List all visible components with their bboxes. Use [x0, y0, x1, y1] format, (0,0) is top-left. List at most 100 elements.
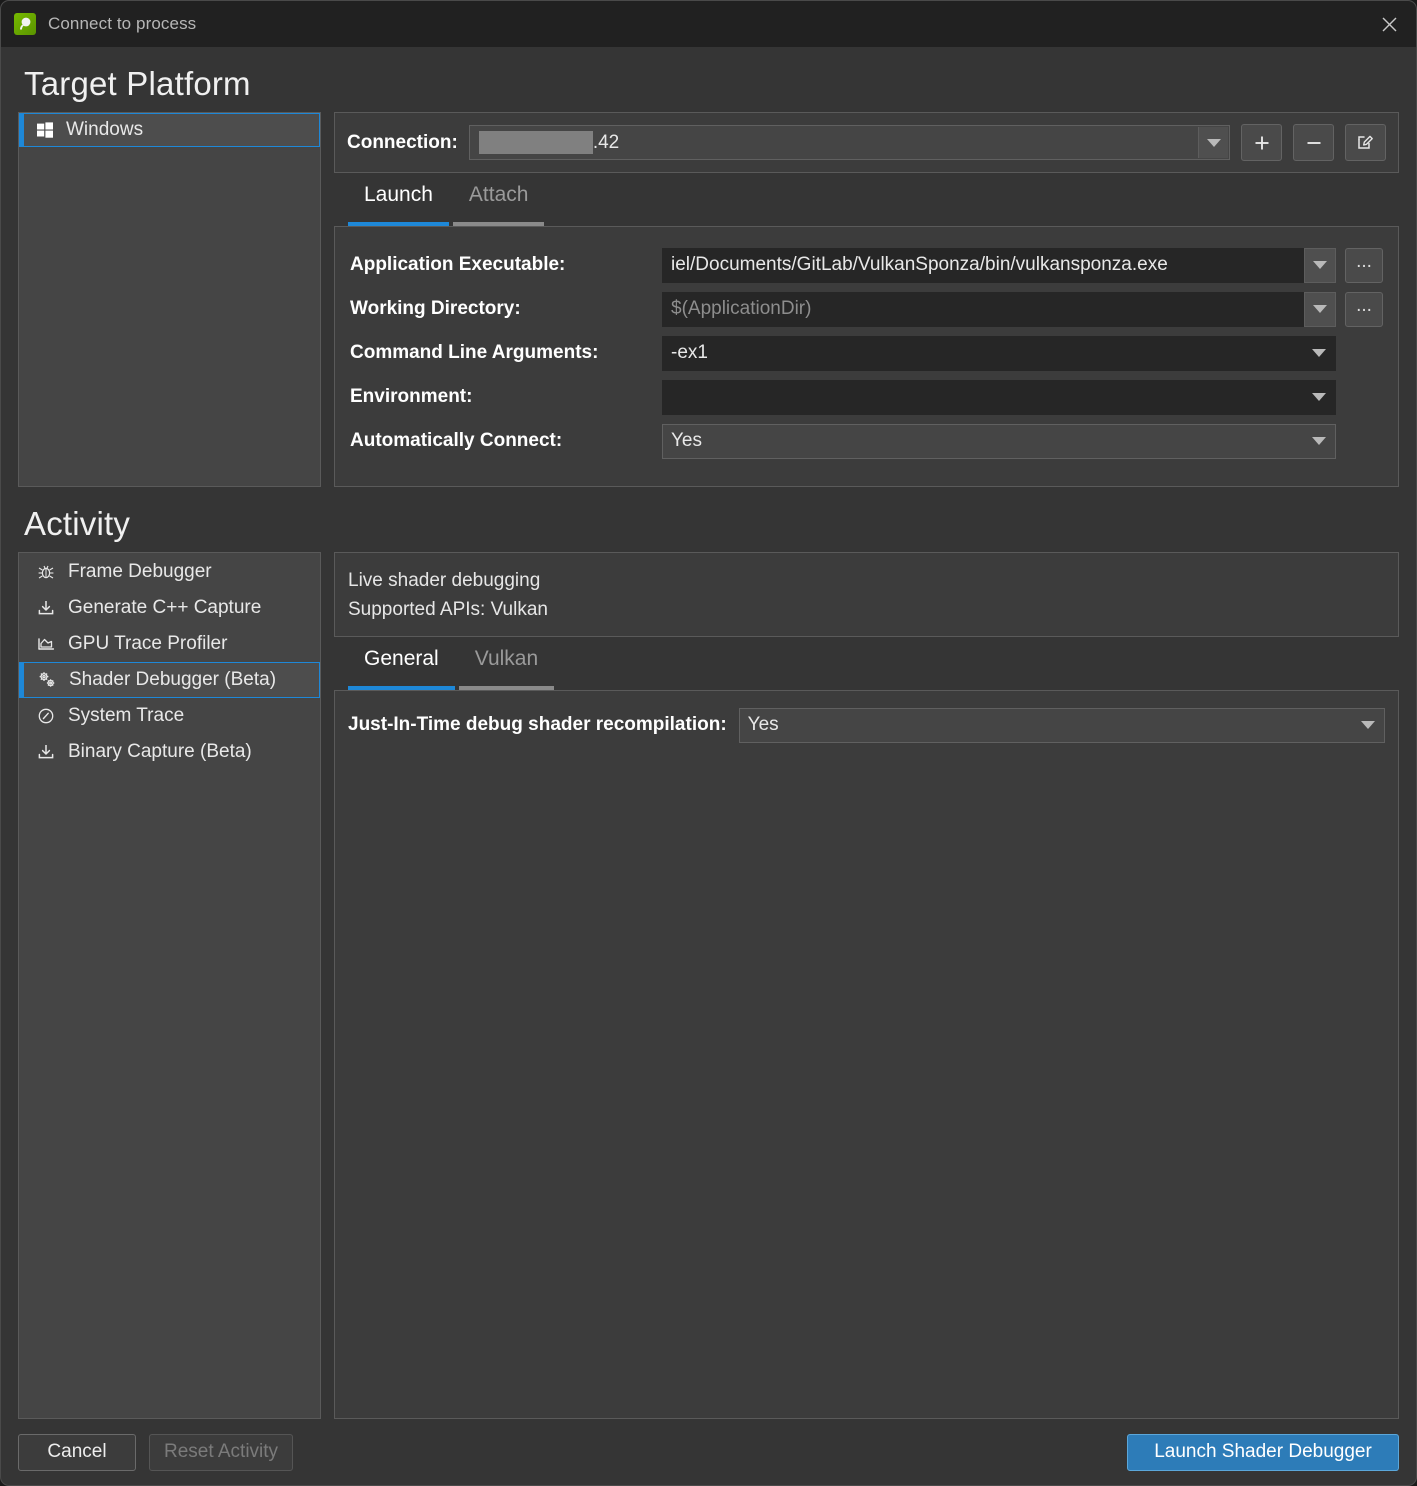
platform-list[interactable]: Windows	[18, 112, 321, 487]
connection-panel: Connection: .42	[334, 112, 1399, 173]
redacted-host-block	[478, 131, 593, 154]
plus-icon	[1255, 136, 1268, 149]
gears-icon	[36, 670, 58, 690]
connect-to-process-dialog: Connect to process Target Platform Windo…	[0, 0, 1417, 1486]
download-tray-icon	[35, 743, 57, 761]
title-bar: Connect to process	[1, 1, 1416, 47]
tab-vulkan[interactable]: Vulkan	[458, 647, 555, 690]
platform-item-windows[interactable]: Windows	[19, 113, 320, 147]
add-connection-button[interactable]	[1241, 124, 1282, 161]
chevron-down-icon[interactable]	[1198, 127, 1228, 158]
close-icon[interactable]	[1362, 1, 1416, 47]
activity-heading: Activity	[24, 505, 131, 542]
activity-description-line2: Supported APIs: Vulkan	[348, 599, 548, 621]
reset-activity-button[interactable]: Reset Activity	[149, 1433, 294, 1471]
field-row-command-line-arguments: Command Line Arguments: -ex1	[350, 331, 1383, 375]
working-directory-browse-button[interactable]: ...	[1345, 291, 1383, 327]
activity-item-label: System Trace	[68, 705, 185, 726]
automatically-connect-label: Automatically Connect:	[350, 430, 563, 451]
gauge-clock-icon	[35, 707, 57, 725]
bug-icon	[35, 563, 57, 581]
platform-item-label: Windows	[66, 119, 144, 140]
tab-launch-label: Launch	[364, 183, 433, 206]
tab-underline	[348, 222, 449, 226]
activity-options-panel: Just-In-Time debug shader recompilation:…	[334, 690, 1399, 1419]
windows-icon	[36, 121, 54, 139]
chevron-down-icon	[1313, 261, 1327, 269]
activity-item-frame-debugger[interactable]: Frame Debugger	[19, 554, 320, 590]
tab-vulkan-label: Vulkan	[474, 647, 539, 670]
application-executable-browse-button[interactable]: ...	[1345, 247, 1383, 283]
launch-form-panel: Application Executable: iel/Documents/Gi…	[334, 226, 1399, 487]
target-platform-row: Windows Connection: .42 Launch Attach Ap…	[18, 112, 1399, 487]
chart-area-icon	[35, 635, 57, 653]
window-title: Connect to process	[48, 14, 197, 33]
nsight-icon	[14, 13, 36, 35]
target-platform-heading: Target Platform	[24, 65, 251, 102]
option-row-jit-recompilation: Just-In-Time debug shader recompilation:…	[348, 705, 1385, 745]
activity-item-label: Binary Capture (Beta)	[68, 741, 252, 762]
tab-underline	[348, 686, 455, 690]
jit-recompilation-combo[interactable]: Yes	[738, 707, 1385, 743]
activity-settings-tabs: General Vulkan	[334, 637, 1399, 690]
field-row-automatically-connect: Automatically Connect: Yes	[350, 419, 1383, 463]
cancel-button[interactable]: Cancel	[18, 1433, 136, 1471]
activity-item-binary-capture[interactable]: Binary Capture (Beta)	[19, 734, 320, 770]
dialog-body: Target Platform Windows Connection: .42 …	[1, 47, 1416, 1419]
connection-label: Connection:	[347, 131, 458, 153]
application-executable-dropdown[interactable]	[1304, 247, 1336, 283]
activity-row: Frame Debugger Generate C++ Capture GPU …	[18, 552, 1399, 1419]
download-tray-icon	[35, 599, 57, 617]
tab-attach[interactable]: Attach	[452, 183, 545, 226]
tab-launch[interactable]: Launch	[348, 183, 449, 226]
remove-connection-button[interactable]	[1293, 124, 1334, 161]
jit-recompilation-label: Just-In-Time debug shader recompilation:	[348, 714, 727, 735]
activity-item-shader-debugger[interactable]: Shader Debugger (Beta)	[19, 662, 320, 698]
connection-combo[interactable]: .42	[468, 125, 1230, 160]
dialog-footer: Cancel Reset Activity Launch Shader Debu…	[1, 1419, 1416, 1485]
chevron-down-icon[interactable]	[1303, 381, 1335, 414]
jit-recompilation-value: Yes	[747, 714, 779, 735]
chevron-down-icon	[1313, 305, 1327, 313]
activity-item-label: Shader Debugger (Beta)	[69, 669, 277, 690]
activity-list[interactable]: Frame Debugger Generate C++ Capture GPU …	[18, 552, 321, 1419]
activity-description-panel: Live shader debugging Supported APIs: Vu…	[334, 552, 1399, 637]
activity-item-gpu-trace-profiler[interactable]: GPU Trace Profiler	[19, 626, 320, 662]
tab-underline	[458, 686, 555, 690]
edit-connection-button[interactable]	[1345, 124, 1386, 161]
command-line-arguments-input[interactable]: -ex1	[662, 335, 1336, 371]
working-directory-label: Working Directory:	[350, 298, 521, 319]
chevron-down-icon[interactable]	[1352, 709, 1384, 742]
application-executable-input[interactable]: iel/Documents/GitLab/VulkanSponza/bin/vu…	[662, 247, 1304, 283]
field-row-working-directory: Working Directory: $(ApplicationDir) ...	[350, 287, 1383, 331]
environment-label: Environment:	[350, 386, 473, 407]
launch-attach-tabs: Launch Attach	[334, 173, 1399, 226]
chevron-down-icon[interactable]	[1303, 425, 1335, 458]
activity-description-line1: Live shader debugging	[348, 570, 541, 591]
automatically-connect-combo[interactable]: Yes	[662, 423, 1336, 459]
field-row-environment: Environment:	[350, 375, 1383, 419]
edit-pencil-icon	[1358, 135, 1373, 149]
minus-icon	[1307, 141, 1320, 144]
activity-item-generate-cpp-capture[interactable]: Generate C++ Capture	[19, 590, 320, 626]
environment-input[interactable]	[662, 379, 1336, 415]
automatically-connect-value: Yes	[671, 430, 702, 451]
application-executable-label: Application Executable:	[350, 254, 566, 275]
activity-right: Live shader debugging Supported APIs: Vu…	[334, 552, 1399, 1419]
activity-item-label: Frame Debugger	[68, 561, 212, 582]
tab-underline	[452, 222, 545, 226]
target-platform-right: Connection: .42 Launch Attach Applicatio…	[334, 112, 1399, 487]
chevron-down-icon[interactable]	[1303, 337, 1335, 370]
activity-item-label: GPU Trace Profiler	[68, 633, 228, 654]
activity-item-label: Generate C++ Capture	[68, 597, 262, 618]
launch-shader-debugger-button[interactable]: Launch Shader Debugger	[1127, 1433, 1399, 1471]
tab-attach-label: Attach	[468, 183, 529, 206]
working-directory-input[interactable]: $(ApplicationDir)	[662, 291, 1304, 327]
connection-value-suffix: .42	[592, 131, 620, 153]
command-line-arguments-value: -ex1	[671, 342, 708, 363]
working-directory-dropdown[interactable]	[1304, 291, 1336, 327]
tab-general[interactable]: General	[348, 647, 455, 690]
activity-item-system-trace[interactable]: System Trace	[19, 698, 320, 734]
command-line-arguments-label: Command Line Arguments:	[350, 342, 599, 363]
field-row-application-executable: Application Executable: iel/Documents/Gi…	[350, 243, 1383, 287]
